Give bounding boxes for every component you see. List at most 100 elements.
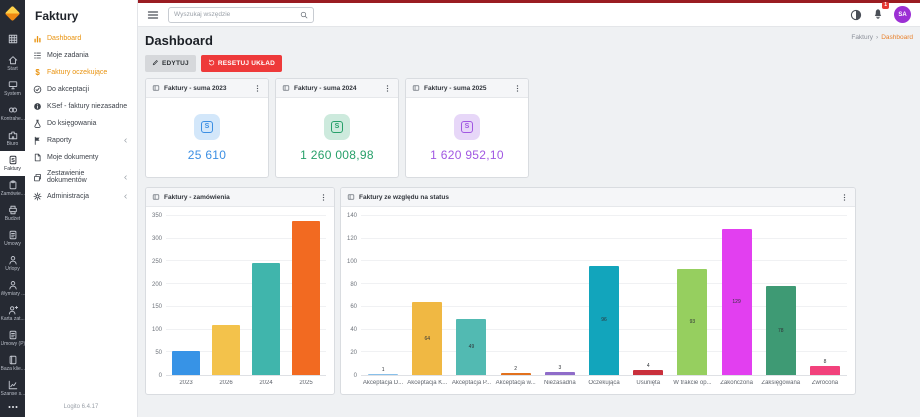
kebab-menu-icon[interactable] <box>253 84 262 93</box>
hamburger-menu-icon[interactable] <box>147 9 159 21</box>
rail-item-budzet[interactable]: Budżet <box>0 201 25 226</box>
home-icon <box>8 55 18 65</box>
ellipsis-icon <box>7 400 19 417</box>
y-tick-label: 100 <box>347 259 357 265</box>
stack-icon <box>33 173 42 182</box>
sidebar-item-moje-zadania[interactable]: Moje zadania <box>25 47 137 64</box>
rail-item-szanse[interactable]: Szanse s... <box>0 376 25 401</box>
avatar[interactable]: SA <box>894 6 911 23</box>
logito-logo[interactable] <box>0 0 25 26</box>
clipboard-icon <box>8 180 18 190</box>
sidebar-item-moje-dokumenty[interactable]: Moje dokumenty <box>25 149 137 166</box>
y-tick-label: 250 <box>152 259 162 265</box>
global-search <box>168 7 314 23</box>
bar-akceptacja-p-[interactable]: 49 <box>456 319 486 375</box>
dashboard-actions: EDYTUJ RESETUJ UKŁAD <box>145 55 913 72</box>
bar-slot: 3 <box>538 216 582 375</box>
sidebar-item-label: Raporty <box>47 137 72 144</box>
notifications-button[interactable]: 1 <box>872 6 884 24</box>
bar-zakończona[interactable]: 129 <box>722 229 752 376</box>
bar-akceptacja-d-[interactable]: 1 <box>368 374 398 375</box>
rail-item-urlopy[interactable]: Urlopy <box>0 251 25 276</box>
flag-icon <box>33 136 42 145</box>
currency-glyph: S <box>201 121 213 133</box>
rail-item-karta-zatrudnienia[interactable]: Karta zat... <box>0 301 25 326</box>
sidebar-item-dashboard[interactable]: Dashboard <box>25 30 137 47</box>
sidebar-item-zestawienie-dokumentów[interactable]: Zestawienie dokumentów <box>25 166 137 188</box>
bar-niezasadna[interactable]: 3 <box>545 372 575 375</box>
rail-item-biuro[interactable]: Biuro <box>0 126 25 151</box>
search-icon[interactable] <box>300 11 308 19</box>
chart-bars-icon <box>33 34 42 43</box>
sidebar-item-label: Do akceptacji <box>47 86 89 93</box>
x-tick-label: 2026 <box>206 380 246 386</box>
sidebar-item-administracja[interactable]: Administracja <box>25 188 137 205</box>
rail-item-wymiary[interactable]: Wymiary ... <box>0 276 25 301</box>
x-tick-label: Akceptacja K... <box>405 380 449 386</box>
bar-w-trakcie-op-[interactable]: 93 <box>677 269 707 375</box>
main-area: 1 SA Dashboard Faktury › Dashboard EDYTU… <box>138 0 920 417</box>
kebab-menu-icon[interactable] <box>840 193 849 202</box>
notification-badge: 1 <box>882 2 889 9</box>
kebab-menu-icon[interactable] <box>319 193 328 202</box>
sidebar-item-do-księgowania[interactable]: Do księgowania <box>25 115 137 132</box>
content: Dashboard Faktury › Dashboard EDYTUJ RES… <box>138 27 920 417</box>
bar-value-label: 2 <box>514 366 517 372</box>
sidebar-item-label: Administracja <box>47 193 89 200</box>
bar-slot: 78 <box>759 216 803 375</box>
bar-2024[interactable] <box>252 263 279 375</box>
rail-item-umowy-p[interactable]: Umowy (P) <box>0 326 25 351</box>
bar-oczekująca[interactable]: 96 <box>589 266 619 375</box>
rail-item-apps[interactable] <box>0 26 25 51</box>
rail-item-kontrahenci[interactable]: Kontrahe... <box>0 101 25 126</box>
y-tick-label: 40 <box>350 327 357 333</box>
breadcrumb: Faktury › Dashboard <box>851 34 913 41</box>
dollar-icon: $ <box>33 68 42 77</box>
sidebar-item-raporty[interactable]: Raporty <box>25 132 137 149</box>
monitor-icon <box>8 80 18 90</box>
rail-item-label: Baza klie... <box>1 366 25 372</box>
sidebar-item-ksef-faktury-niezasadne[interactable]: KSef - faktury niezasadne <box>25 98 137 115</box>
bar-zwrócona[interactable]: 8 <box>810 366 840 375</box>
rail-more-button[interactable] <box>0 401 25 417</box>
bar-slot <box>206 216 246 375</box>
theme-contrast-icon[interactable] <box>850 9 862 21</box>
bar-value-label: 4 <box>647 363 650 369</box>
bar-2026[interactable] <box>212 325 239 375</box>
rail-item-label: Wymiary ... <box>1 291 25 297</box>
rail-item-label: Start <box>7 66 18 72</box>
x-tick-label: Niezasadna <box>538 380 582 386</box>
reset-button-label: RESETUJ UKŁAD <box>218 60 275 67</box>
sidebar-item-faktury-oczekujące[interactable]: $Faktury oczekujące <box>25 64 137 81</box>
kebab-menu-icon[interactable] <box>513 84 522 93</box>
reset-layout-button[interactable]: RESETUJ UKŁAD <box>201 55 282 72</box>
bar-akceptacja-k-[interactable]: 64 <box>412 302 442 375</box>
kebab-menu-icon[interactable] <box>383 84 392 93</box>
rail-item-baza-klientow[interactable]: Baza klie... <box>0 351 25 376</box>
bar-2025[interactable] <box>292 221 319 375</box>
x-tick-label: Usunięta <box>626 380 670 386</box>
bar-value-label: 78 <box>778 328 784 334</box>
edit-button[interactable]: EDYTUJ <box>145 55 196 72</box>
bar-zaksięgowana[interactable]: 78 <box>766 286 796 375</box>
sidebar-item-do-akceptacji[interactable]: Do akceptacji <box>25 81 137 98</box>
rail-item-faktury[interactable]: SFaktury <box>0 151 25 176</box>
y-axis: 020406080100120140 <box>345 216 361 376</box>
card-header: Faktury - suma 2024 <box>276 79 398 98</box>
y-tick-label: 300 <box>152 236 162 242</box>
tasks-icon <box>33 51 42 60</box>
y-tick-label: 120 <box>347 236 357 242</box>
x-tick-label: Akceptacja D... <box>361 380 405 386</box>
bar-akceptacja-w-[interactable]: 2 <box>501 373 531 375</box>
book-icon <box>8 355 18 365</box>
rail-item-zamowienia[interactable]: Zamówie... <box>0 176 25 201</box>
person-icon <box>8 280 18 290</box>
bar-2023[interactable] <box>172 351 199 375</box>
rail-item-system[interactable]: System <box>0 76 25 101</box>
rail-item-start[interactable]: Start <box>0 51 25 76</box>
search-input[interactable] <box>174 11 296 18</box>
rail-item-umowy[interactable]: Umowy <box>0 226 25 251</box>
bar-usunięta[interactable]: 4 <box>633 370 663 375</box>
chevron-left-icon <box>122 137 129 144</box>
breadcrumb-parent[interactable]: Faktury <box>851 34 873 41</box>
